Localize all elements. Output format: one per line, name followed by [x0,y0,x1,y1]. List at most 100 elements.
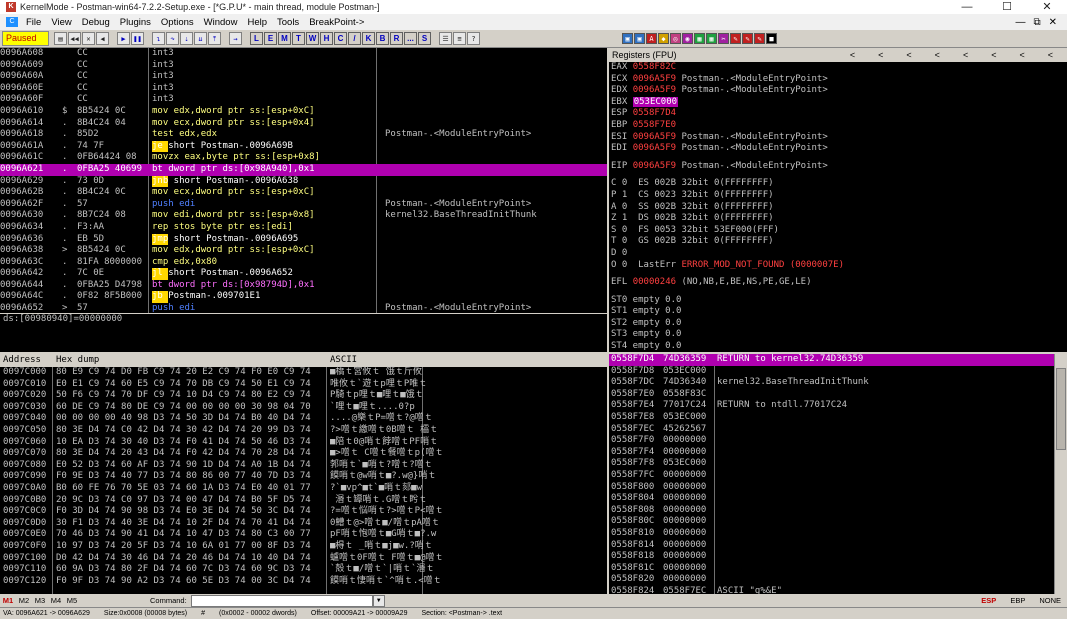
disasm-row[interactable]: 0096A638 >8B5424 0C mov edx,dword ptr ss:[… [0,245,607,257]
menu-tools[interactable]: Tools [272,17,304,28]
mem-tab-m3[interactable]: M3 [32,596,48,605]
toolbar-button-t[interactable]: T [292,32,305,45]
plugin-icon-10[interactable]: ✎ [730,33,741,44]
stack-row[interactable]: 0558F800 00000000 [609,482,1067,494]
anchor-tab-esp[interactable]: ESP [981,596,996,605]
dump-row[interactable]: 0097C020 50 F6 C9 74 70 DF C9 74 10 D4 C9… [0,390,607,402]
register-esi[interactable]: ESI 0096A5F9 Postman-.<ModuleEntryPoint> [609,132,1067,144]
disasm-row[interactable]: 0096A621. 0FBA25 40699 bt dword ptr ds:[0x… [0,163,607,176]
plugin-icon-2[interactable]: ▣ [634,33,645,44]
dump-row[interactable]: 0097C0A0 B0 60 FE 76 70 5E 03 74 60 1A D3… [0,483,607,495]
dump-row[interactable]: 0097C120 F0 9F D3 74 90 A2 D3 74 60 5E D3… [0,576,607,588]
command-input[interactable] [190,594,373,607]
plugin-icon-8[interactable]: ▦ [706,33,717,44]
menu-options[interactable]: Options [156,17,199,28]
register-value[interactable]: 0558F7E0 [633,120,676,130]
stack-row[interactable]: 0558F7D8 053EC000 [609,366,1067,378]
nav-arrow-1[interactable]: < [850,48,855,62]
registers-pane[interactable]: Registers (FPU) < < < < < < < < EAX 0558… [609,48,1067,352]
fpu-register[interactable]: ST0 empty 0.0 [609,295,1067,307]
disasm-row[interactable]: 0096A60E CC int3 [0,83,607,95]
menu-debug[interactable]: Debug [77,17,115,28]
trace-into-icon[interactable]: ⇣ [180,32,193,45]
flag-row[interactable]: Z 1 DS 002B 32bit 0(FFFFFFFF) [609,213,1067,225]
dump-header-hex[interactable]: Hex dump [56,354,99,367]
maximize-button[interactable]: ☐ [987,0,1027,14]
open-icon[interactable]: ▤ [54,32,67,45]
list-icon[interactable]: ☰ [439,32,452,45]
dump-row[interactable]: 0097C0D0 30 F1 D3 74 40 3E D4 74 10 2F D4… [0,518,607,530]
register-edx[interactable]: EDX 0096A5F9 Postman-.<ModuleEntryPoint> [609,85,1067,97]
restart-icon[interactable]: ◀ [96,32,109,45]
dump-row[interactable]: 0097C010 E0 E1 C9 74 60 E5 C9 74 70 DB C9… [0,379,607,391]
plugin-icon-5[interactable]: ◎ [670,33,681,44]
anchor-tab-none[interactable]: NONE [1039,596,1061,605]
disasm-row[interactable]: 0096A642. 7C 0E jl short Postman-.0096A652 [0,268,607,280]
menu-help[interactable]: Help [242,17,272,28]
disasm-row[interactable]: 0096A652 >57 push edi Postman-.<ModuleEntry… [0,303,607,313]
register-value[interactable]: 0096A5F9 [633,85,676,95]
menu-view[interactable]: View [46,17,76,28]
disasm-row[interactable]: 0096A618. 85D2 test edx,edx Postman-.<Modul… [0,129,607,141]
dump-header-ascii[interactable]: ASCII [330,354,357,367]
stack-row[interactable]: 0558F7E0 0558F83C [609,389,1067,401]
mdi-close-button[interactable]: ✕ [1049,17,1057,28]
stack-row[interactable]: 0558F7FC 00000000 [609,470,1067,482]
mem-tab-m4[interactable]: M4 [48,596,64,605]
disasm-row[interactable]: 0096A609 CC int3 [0,60,607,72]
register-value[interactable]: 0558F7D4 [633,108,676,118]
dump-row[interactable]: 0097C080 E0 52 D3 74 60 AF D3 74 90 1D D4… [0,460,607,472]
register-esp[interactable]: ESP 0558F7D4 [609,108,1067,120]
register-efl[interactable]: EFL 00000246 (NO,NB,E,BE,NS,PE,GE,LE) [609,277,1067,289]
register-value[interactable]: 0096A5F9 [633,143,676,153]
step-into-icon[interactable]: ↴ [152,32,165,45]
stack-scrollbar[interactable] [1054,354,1067,594]
nav-arrow-6[interactable]: < [991,48,996,62]
plugin-icon-11[interactable]: ✎ [742,33,753,44]
step-over-icon[interactable]: ↷ [166,32,179,45]
menu-window[interactable]: Window [199,17,243,28]
dump-pane[interactable]: Address Hex dump ASCII 0097C000 80 E9 C9 … [0,354,607,594]
anchor-tab-ebp[interactable]: EBP [1010,596,1025,605]
command-dropdown-icon[interactable]: ▼ [372,594,385,607]
options-icon[interactable]: ≡ [453,32,466,45]
toolbar-button-s[interactable]: S [418,32,431,45]
register-value[interactable]: 0096A5F9 [633,132,676,142]
stack-row[interactable]: 0558F824 0558F7EC ASCII "g%&E" [609,586,1067,594]
nav-arrow-4[interactable]: < [935,48,940,62]
menu-file[interactable]: File [21,17,46,28]
toolbar-button-k[interactable]: K [362,32,375,45]
pause-icon[interactable]: ❚❚ [131,32,144,45]
nav-arrow-7[interactable]: < [1019,48,1024,62]
fpu-register[interactable]: ST4 empty 0.0 [609,341,1067,352]
dump-row[interactable]: 0097C110 60 9A D3 74 80 2F D4 74 60 7C D3… [0,564,607,576]
stack-row[interactable]: 0558F7F0 00000000 [609,435,1067,447]
toolbar-button-m[interactable]: M [278,32,291,45]
fpu-register[interactable]: ST3 empty 0.0 [609,329,1067,341]
plugin-icon-9[interactable]: ✂ [718,33,729,44]
disasm-row[interactable]: 0096A63C. 81FA 8000000 cmp edx,0x80 [0,257,607,269]
dump-row[interactable]: 0097C040 00 00 00 00 40 98 D3 74 50 3D D4… [0,413,607,425]
minimize-button[interactable]: — [947,0,987,14]
register-value[interactable]: 0558F82C [633,62,676,72]
nav-arrow-8[interactable]: < [1048,48,1053,62]
disasm-row[interactable]: 0096A62F. 57 push edi Postman-.<ModuleEntry… [0,199,607,211]
dump-row[interactable]: 0097C0C0 F0 3D D4 74 90 98 D3 74 E0 3E D4… [0,506,607,518]
plugin-icon-1[interactable]: ▣ [622,33,633,44]
flag-row[interactable]: O 0 LastErr ERROR_MOD_NOT_FOUND (0000007… [609,260,1067,272]
mem-tab-m5[interactable]: M5 [64,596,80,605]
stack-row[interactable]: 0558F814 00000000 [609,540,1067,552]
mdi-restore-button[interactable]: ⧉ [1033,17,1040,28]
dump-row[interactable]: 0097C060 10 EA D3 74 30 40 D3 74 F0 41 D4… [0,437,607,449]
plugin-icon-3[interactable]: A [646,33,657,44]
toolbar-button-r[interactable]: R [390,32,403,45]
nav-arrow-5[interactable]: < [963,48,968,62]
plugin-icon-13[interactable]: ■ [766,33,777,44]
register-eip[interactable]: EIP 0096A5F9 Postman-.<ModuleEntryPoint> [609,161,1067,173]
toolbar-button-l[interactable]: L [250,32,263,45]
flag-row[interactable]: S 0 FS 0053 32bit 53EF000(FFF) [609,225,1067,237]
dump-row[interactable]: 0097C000 80 E9 C9 74 D0 FB C9 74 20 E2 C9… [0,367,607,379]
plugin-icon-6[interactable]: ◉ [682,33,693,44]
toolbar-button-b[interactable]: B [376,32,389,45]
disasm-row[interactable]: 0096A630. 8B7C24 08 mov edi,dword ptr ss:[… [0,210,607,222]
